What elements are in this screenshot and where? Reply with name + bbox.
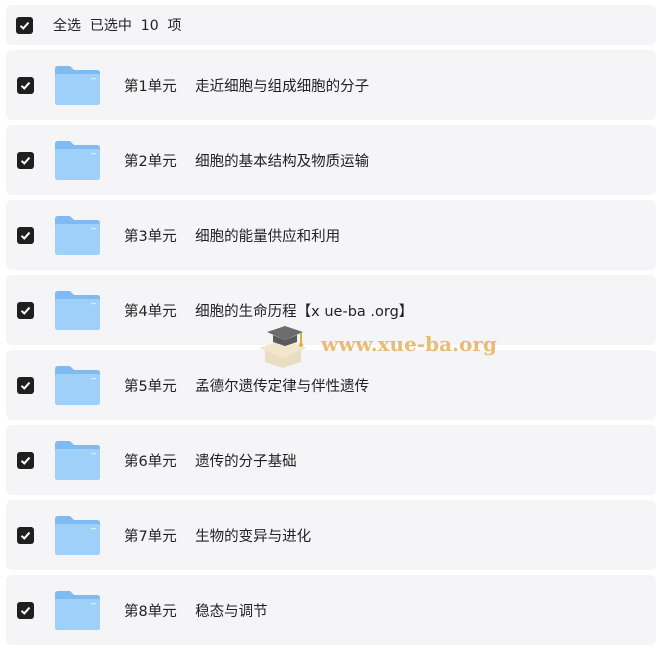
folder-row[interactable]: 第1单元 走近细胞与组成细胞的分子 (6, 50, 656, 120)
check-icon (20, 81, 31, 90)
folder-icon (55, 366, 100, 405)
folder-name[interactable]: 第2单元 细胞的基本结构及物质运输 (124, 150, 369, 171)
check-icon (20, 606, 31, 615)
folder-name[interactable]: 第1单元 走近细胞与组成细胞的分子 (124, 75, 369, 96)
select-all-bar: 全选 已选中 10 项 (6, 5, 656, 45)
select-all-checkbox[interactable] (16, 16, 33, 34)
folder-name[interactable]: 第5单元 孟德尔遗传定律与伴性遗传 (124, 375, 369, 396)
folder-row[interactable]: 第5单元 孟德尔遗传定律与伴性遗传 (6, 350, 656, 420)
folder-name[interactable]: 第3单元 细胞的能量供应和利用 (124, 225, 340, 246)
folder-icon (55, 591, 100, 630)
folder-name[interactable]: 第8单元 稳态与调节 (124, 600, 268, 621)
row-checkbox[interactable] (17, 301, 34, 319)
folder-row[interactable]: 第6单元 遗传的分子基础 (6, 425, 656, 495)
check-icon (20, 531, 31, 540)
folder-list: 第1单元 走近细胞与组成细胞的分子 第2单元 细胞的基本结构及物质运输 第3单元 细… (6, 50, 656, 650)
row-checkbox[interactable] (17, 601, 34, 619)
folder-row[interactable]: 第8单元 稳态与调节 (6, 575, 656, 645)
folder-icon (55, 291, 100, 330)
check-icon (20, 306, 31, 315)
row-checkbox[interactable] (17, 451, 34, 469)
row-checkbox[interactable] (17, 376, 34, 394)
check-icon (20, 456, 31, 465)
row-checkbox[interactable] (17, 226, 34, 244)
folder-row[interactable]: 第4单元 细胞的生命历程【x ue-ba .org】 (6, 275, 656, 345)
folder-icon (55, 441, 100, 480)
folder-name[interactable]: 第7单元 生物的变异与进化 (124, 525, 311, 546)
folder-icon (55, 141, 100, 180)
check-icon (20, 156, 31, 165)
select-all-label[interactable]: 全选 已选中 10 项 (53, 15, 182, 35)
row-checkbox[interactable] (17, 76, 34, 94)
folder-icon (55, 516, 100, 555)
folder-row[interactable]: 第3单元 细胞的能量供应和利用 (6, 200, 656, 270)
folder-row[interactable]: 第2单元 细胞的基本结构及物质运输 (6, 125, 656, 195)
folder-name[interactable]: 第4单元 细胞的生命历程【x ue-ba .org】 (124, 300, 413, 321)
row-checkbox[interactable] (17, 151, 34, 169)
folder-icon (55, 216, 100, 255)
check-icon (20, 231, 31, 240)
folder-icon (55, 66, 100, 105)
folder-name[interactable]: 第6单元 遗传的分子基础 (124, 450, 297, 471)
row-checkbox[interactable] (17, 526, 34, 544)
check-icon (20, 381, 31, 390)
folder-row[interactable]: 第7单元 生物的变异与进化 (6, 500, 656, 570)
check-icon (19, 21, 30, 30)
